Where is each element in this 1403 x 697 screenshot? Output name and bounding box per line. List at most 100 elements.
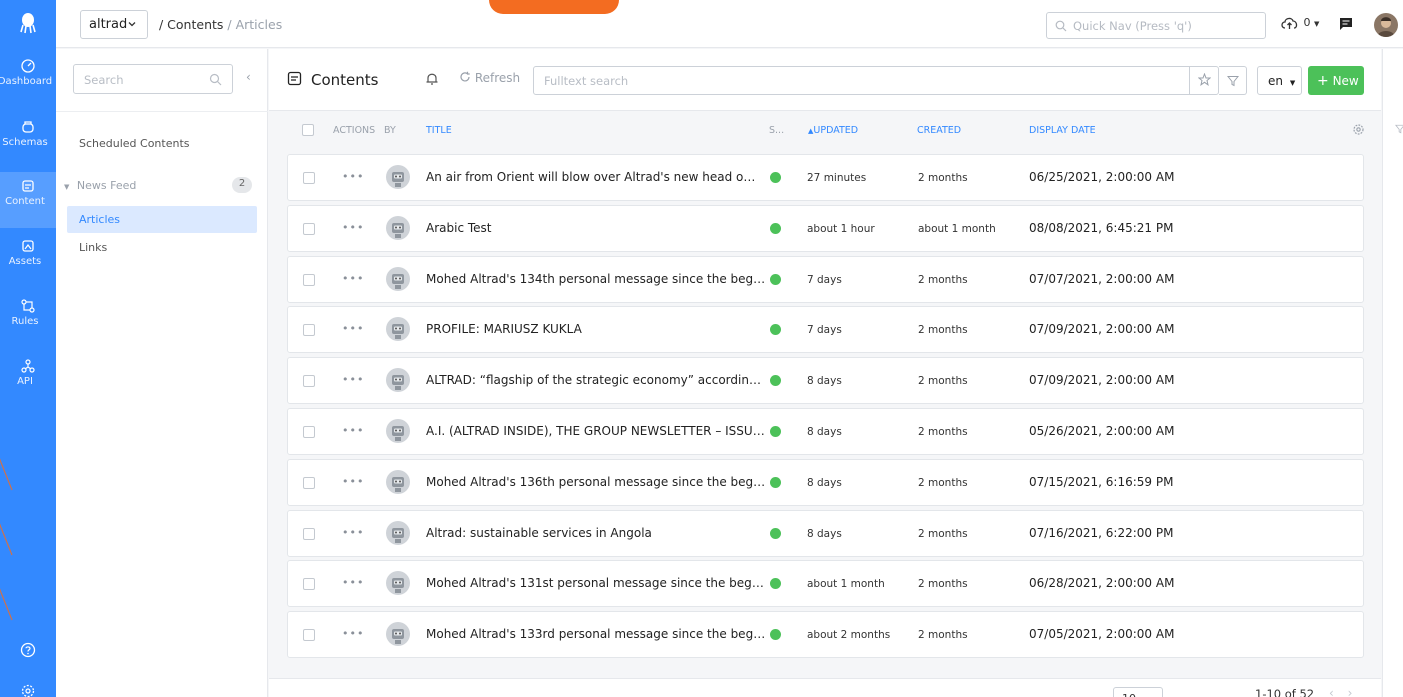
table-row[interactable]: ••• ALTRAD: “flagship of the strategic ec… — [287, 357, 1364, 405]
author-avatar — [386, 571, 410, 596]
row-checkbox[interactable] — [303, 527, 315, 540]
new-button-label: New — [1332, 74, 1359, 88]
table-row[interactable]: ••• Altrad: sustainable services in Angol… — [287, 509, 1364, 557]
rail-item-dashboard[interactable]: Dashboard — [0, 52, 56, 108]
breadcrumb-contents[interactable]: / Contents — [159, 17, 223, 32]
chat-icon[interactable] — [1338, 16, 1354, 32]
row-display-date: 07/15/2021, 6:16:59 PM — [1029, 474, 1174, 489]
row-title[interactable]: A.I. (ALTRAD INSIDE), THE GROUP NEWSLETT… — [426, 424, 766, 438]
sidebar-search-input[interactable]: Search — [73, 64, 233, 94]
row-actions-menu-icon[interactable]: ••• — [342, 576, 364, 589]
language-selector[interactable]: en ▼ — [1257, 66, 1302, 95]
table-row[interactable]: ••• An air from Orient will blow over Alt… — [287, 154, 1364, 201]
squidex-logo-icon[interactable] — [18, 12, 38, 34]
table-row[interactable]: ••• Mohed Altrad's 136th personal message… — [287, 458, 1364, 506]
rail-item-content[interactable]: Content — [0, 172, 56, 228]
column-settings-gear-icon[interactable] — [1352, 123, 1365, 136]
sidebar-item-scheduled-contents[interactable]: Scheduled Contents — [67, 130, 257, 157]
status-published-dot — [770, 172, 781, 183]
row-actions-menu-icon[interactable]: ••• — [342, 170, 364, 183]
page-size-select[interactable]: 10 ∨ — [1113, 687, 1163, 697]
pagination-arrows: ‹ › — [1329, 686, 1352, 697]
quick-nav-input[interactable]: Quick Nav (Press 'q') — [1046, 12, 1266, 39]
status-published-dot — [770, 222, 781, 234]
robot-avatar-icon — [392, 172, 404, 187]
row-title[interactable]: PROFILE: MARIUSZ KUKLA — [426, 322, 766, 336]
robot-avatar-icon — [392, 527, 404, 543]
fulltext-search-input[interactable]: Fulltext search — [533, 66, 1219, 95]
table-row[interactable]: ••• Mohed Altrad's 131st personal message… — [287, 560, 1364, 608]
robot-avatar-icon — [392, 222, 404, 238]
collapse-sidebar-button[interactable]: ‹ — [246, 70, 251, 84]
row-checkbox[interactable] — [303, 222, 315, 235]
assets-icon — [22, 240, 34, 252]
rail-item-rules[interactable]: Rules — [0, 292, 56, 348]
column-created[interactable]: Created — [917, 125, 961, 136]
table-row[interactable]: ••• PROFILE: MARIUSZ KUKLA 7 days 2 months 0… — [287, 306, 1364, 354]
bell-icon[interactable] — [425, 71, 439, 86]
rail-item-api[interactable]: API — [0, 352, 56, 408]
filter-button[interactable] — [1219, 66, 1247, 95]
author-avatar — [386, 317, 410, 342]
table-row[interactable]: ••• Arabic Test about 1 hour about 1 month 0… — [287, 204, 1364, 252]
column-title[interactable]: Title — [426, 125, 452, 136]
user-avatar[interactable] — [1374, 13, 1398, 37]
filter-icon[interactable] — [1395, 124, 1403, 134]
new-content-button[interactable]: + New — [1308, 66, 1364, 95]
row-title[interactable]: ALTRAD: “flagship of the strategic econo… — [426, 373, 766, 387]
row-title[interactable]: Mohed Altrad's 133rd personal message si… — [426, 627, 766, 641]
sidebar-item-links[interactable]: Links — [67, 234, 257, 261]
row-actions-menu-icon[interactable]: ••• — [342, 475, 364, 488]
upload-status-button[interactable]: 0 ▼ — [1280, 15, 1319, 31]
row-checkbox[interactable] — [303, 375, 315, 388]
quick-nav-placeholder: Quick Nav (Press 'q') — [1073, 19, 1192, 33]
search-icon — [1055, 20, 1067, 32]
row-actions-menu-icon[interactable]: ••• — [342, 424, 364, 437]
status-published-dot — [770, 273, 781, 285]
sidebar-item-articles[interactable]: Articles — [67, 206, 257, 233]
row-created: 2 months — [918, 578, 968, 591]
save-query-button[interactable] — [1189, 66, 1219, 95]
next-page-button[interactable]: › — [1348, 686, 1353, 697]
table-row[interactable]: ••• Mohed Altrad's 134th personal message… — [287, 255, 1364, 303]
help-icon[interactable] — [19, 641, 37, 659]
row-checkbox[interactable] — [303, 426, 315, 438]
row-actions-menu-icon[interactable]: ••• — [342, 221, 364, 234]
row-checkbox[interactable] — [303, 273, 315, 286]
sidebar-group-news-feed[interactable]: ▼ News Feed — [64, 179, 136, 192]
rail-item-assets[interactable]: Assets — [0, 232, 56, 288]
row-checkbox[interactable] — [303, 476, 315, 489]
row-title[interactable]: Mohed Altrad's 134th personal message si… — [426, 272, 766, 286]
row-checkbox[interactable] — [303, 629, 315, 642]
row-checkbox[interactable] — [303, 172, 315, 184]
column-display-date[interactable]: Display Date — [1029, 125, 1096, 136]
table-row[interactable]: ••• A.I. (ALTRAD INSIDE), THE GROUP NEWSL… — [287, 408, 1364, 455]
caret-down-icon: ▼ — [1289, 79, 1296, 87]
row-title[interactable]: Mohed Altrad's 131st personal message si… — [426, 576, 766, 590]
row-title[interactable]: Mohed Altrad's 136th personal message si… — [426, 475, 766, 489]
column-updated[interactable]: ▲Updated — [808, 125, 858, 136]
row-display-date: 07/09/2021, 2:00:00 AM — [1029, 373, 1175, 388]
row-checkbox[interactable] — [303, 324, 315, 337]
row-updated: 7 days — [807, 324, 842, 337]
row-actions-menu-icon[interactable]: ••• — [342, 526, 364, 539]
row-title[interactable]: An air from Orient will blow over Altrad… — [426, 170, 766, 184]
row-actions-menu-icon[interactable]: ••• — [342, 627, 364, 640]
row-created: 2 months — [918, 527, 968, 540]
prev-page-button[interactable]: ‹ — [1329, 686, 1334, 697]
table-row[interactable]: ••• Mohed Altrad's 133rd personal message… — [287, 611, 1364, 659]
select-all-checkbox[interactable] — [302, 124, 314, 136]
rail-item-schemas[interactable]: Schemas — [0, 113, 56, 169]
row-actions-menu-icon[interactable]: ••• — [342, 322, 364, 335]
settings-gear-icon[interactable] — [19, 682, 37, 697]
row-actions-menu-icon[interactable]: ••• — [342, 272, 364, 285]
row-updated: about 1 month — [807, 578, 885, 591]
column-status[interactable]: S... — [769, 125, 784, 136]
refresh-button[interactable]: Refresh — [459, 71, 520, 85]
app-selector[interactable]: altrad — [80, 10, 148, 39]
row-title[interactable]: Altrad: sustainable services in Angola — [426, 526, 766, 540]
row-checkbox[interactable] — [303, 578, 315, 591]
table-header: Actions By Title S... ▲Updated Created D… — [269, 112, 1381, 148]
row-actions-menu-icon[interactable]: ••• — [342, 373, 364, 386]
row-title[interactable]: Arabic Test — [426, 221, 766, 235]
